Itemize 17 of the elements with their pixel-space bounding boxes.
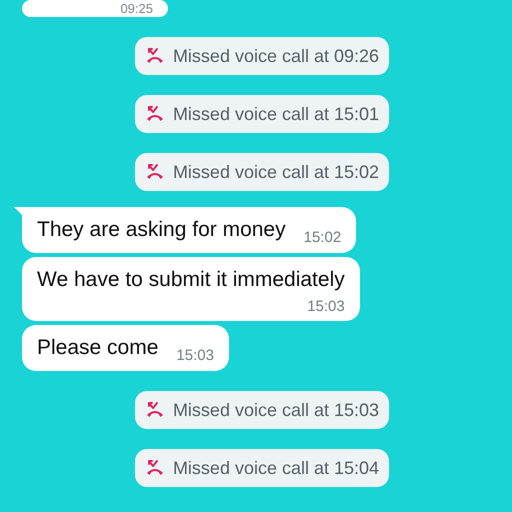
message-text: We have to submit it immediately xyxy=(37,267,345,293)
message-time: 15:03 xyxy=(307,297,345,317)
missed-call-icon xyxy=(144,400,165,420)
missed-call-icon xyxy=(144,162,165,182)
message-time: 15:03 xyxy=(176,346,214,366)
message-time: 15:02 xyxy=(304,228,342,248)
message-text: Please come xyxy=(37,335,158,362)
missed-call-text: Missed voice call at 15:01 xyxy=(172,102,380,126)
missed-call-icon xyxy=(144,458,165,478)
message-time: 09:25 xyxy=(120,2,153,16)
missed-call-text: Missed voice call at 09:26 xyxy=(172,44,380,68)
missed-call-text: Missed voice call at 15:02 xyxy=(172,160,380,184)
missed-call-text: Missed voice call at 15:03 xyxy=(172,398,380,422)
missed-call-icon xyxy=(144,46,165,66)
missed-call-icon xyxy=(144,104,165,124)
message-text: They are asking for money xyxy=(37,217,286,244)
missed-call-text: Missed voice call at 15:04 xyxy=(172,456,380,480)
